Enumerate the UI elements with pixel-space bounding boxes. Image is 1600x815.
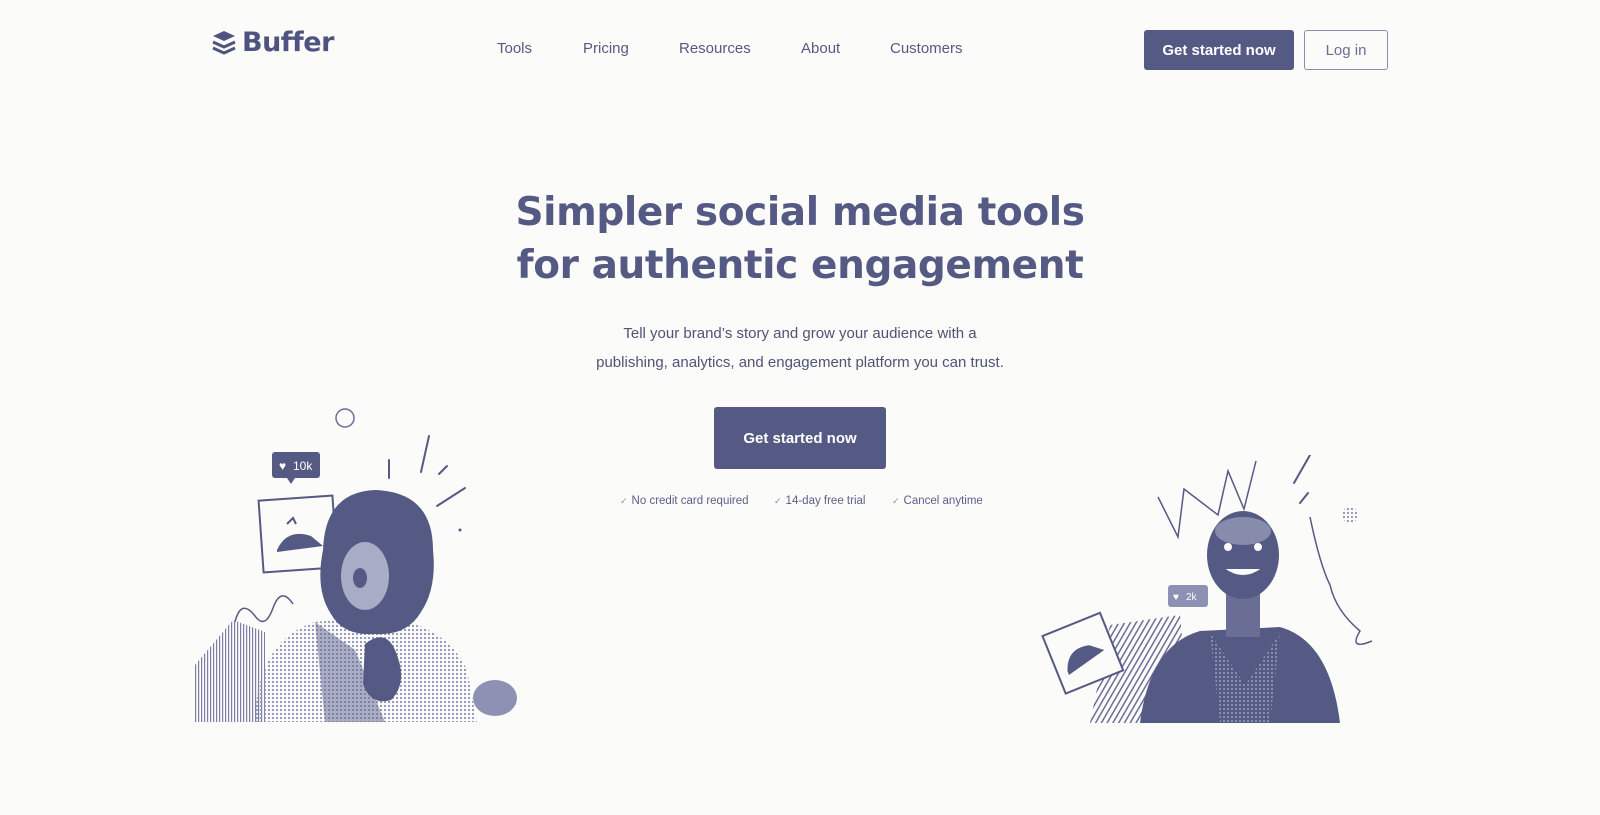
header-get-started-button[interactable]: Get started now bbox=[1144, 30, 1294, 70]
benefit-item: ✓ Cancel anytime bbox=[892, 495, 983, 507]
nav-tools[interactable]: Tools bbox=[497, 40, 532, 57]
nav-pricing[interactable]: Pricing bbox=[583, 40, 629, 57]
hero-title-line-1: Simpler social media tools bbox=[515, 190, 1085, 235]
hero-subtitle-line-1: Tell your brand’s story and grow your au… bbox=[623, 325, 977, 342]
hero-title: Simpler social media tools for authentic… bbox=[0, 186, 1600, 292]
hero-subtitle-line-2: publishing, analytics, and engagement pl… bbox=[596, 354, 1004, 371]
like-badge: ♥ 2k bbox=[1168, 585, 1208, 607]
hero-illustration-left: ♥ 10k bbox=[195, 408, 517, 722]
nav-customers[interactable]: Customers bbox=[890, 40, 963, 57]
check-icon: ✓ bbox=[620, 495, 628, 506]
burst-lines bbox=[1293, 455, 1311, 504]
decor-blob bbox=[473, 680, 517, 716]
like-count: 2k bbox=[1186, 592, 1198, 603]
check-icon: ✓ bbox=[892, 495, 900, 506]
heart-icon: ♥ bbox=[1173, 592, 1179, 603]
login-button[interactable]: Log in bbox=[1304, 30, 1388, 70]
hero-title-line-2: for authentic engagement bbox=[516, 243, 1084, 288]
hero-get-started-button[interactable]: Get started now bbox=[714, 407, 886, 469]
decor-squiggle bbox=[234, 595, 294, 623]
like-count: 10k bbox=[293, 459, 313, 473]
heart-icon: ♥ bbox=[279, 459, 286, 473]
decor-circle bbox=[1342, 507, 1358, 523]
like-badge: ♥ 10k bbox=[272, 452, 320, 484]
benefit-label: 14-day free trial bbox=[785, 495, 866, 507]
hero-subtitle: Tell your brand’s story and grow your au… bbox=[0, 319, 1600, 377]
check-icon: ✓ bbox=[774, 495, 782, 506]
benefit-item: ✓ 14-day free trial bbox=[774, 495, 865, 507]
benefit-label: No credit card required bbox=[631, 495, 749, 507]
hero-illustration-right: ♥ 2k bbox=[1041, 455, 1373, 723]
shopping-bag bbox=[195, 620, 265, 722]
decor-circle bbox=[335, 408, 355, 428]
benefit-label: Cancel anytime bbox=[903, 495, 983, 507]
benefit-item: ✓ No credit card required bbox=[620, 495, 749, 507]
nav-resources[interactable]: Resources bbox=[679, 40, 751, 57]
nav-about[interactable]: About bbox=[801, 40, 840, 57]
